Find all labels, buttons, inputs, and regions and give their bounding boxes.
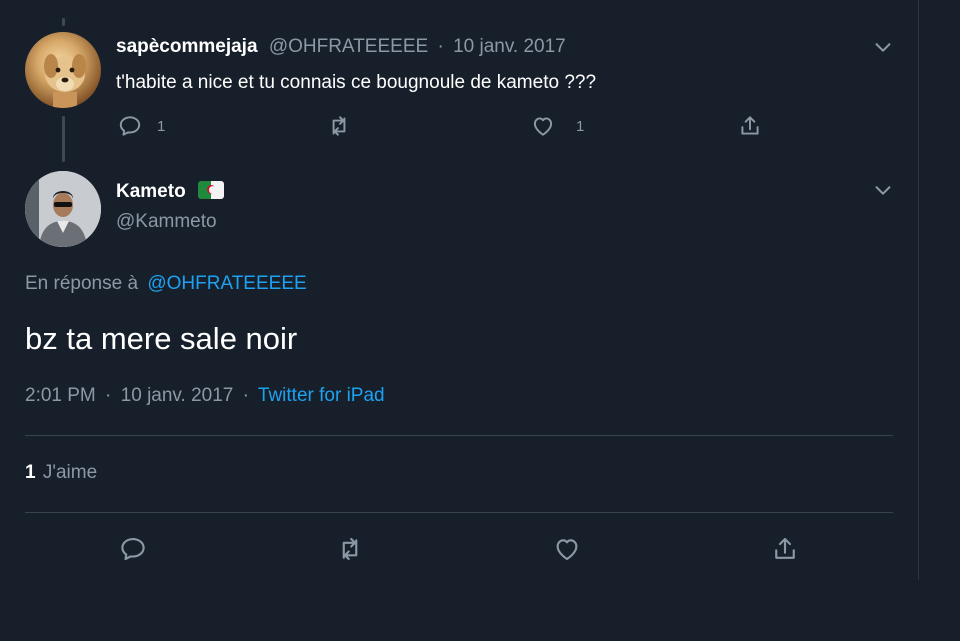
likes-summary[interactable]: 1 J'aime: [25, 462, 97, 484]
tweet-time[interactable]: 2:01 PM: [25, 385, 96, 406]
reply-icon: [119, 116, 141, 136]
share-icon: [775, 537, 795, 559]
retweet-icon: [332, 116, 346, 136]
share-icon: [741, 116, 759, 135]
timeline-column: sapècommejaja @OHFRATEEEEE · 10 janv. 20…: [0, 0, 919, 580]
dog-avatar-image: [44, 54, 86, 108]
tweet-date[interactable]: 10 janv. 2017: [121, 385, 234, 406]
reply-tweet-text: t'habite a nice et tu connais ce bougnou…: [116, 72, 597, 93]
reply-count: 1: [157, 117, 166, 135]
reply-icon: [121, 537, 145, 561]
main-share-action[interactable]: [770, 534, 800, 564]
in-reply-to-label: En réponse à: [25, 273, 139, 294]
main-retweet-action[interactable]: [335, 534, 365, 564]
chevron-down-icon[interactable]: [872, 179, 894, 201]
like-icon: [533, 117, 553, 136]
share-action[interactable]: [737, 113, 763, 139]
reply-separator: ·: [437, 36, 444, 57]
in-reply-to-handle[interactable]: @OHFRATEEEEE: [147, 273, 306, 294]
user-avatar-kameto[interactable]: [25, 171, 101, 247]
thread-line-connector: [62, 116, 65, 162]
main-reply-action[interactable]: [118, 534, 148, 564]
person-avatar-image: [25, 171, 101, 247]
main-like-action[interactable]: [552, 534, 582, 564]
tweet-source[interactable]: Twitter for iPad: [258, 385, 385, 406]
divider-top: [25, 435, 893, 436]
meta-separator-1: ·: [105, 385, 112, 406]
reply-date[interactable]: 10 janv. 2017: [453, 36, 566, 57]
divider-bottom: [25, 512, 893, 513]
main-handle[interactable]: @Kammeto: [116, 211, 217, 233]
algeria-flag-icon: [198, 181, 225, 199]
likes-count: 1: [25, 462, 36, 483]
main-display-name[interactable]: Kameto: [116, 181, 186, 202]
like-action[interactable]: 1: [530, 113, 584, 139]
retweet-icon: [342, 537, 358, 561]
likes-label: J'aime: [42, 462, 98, 483]
like-icon: [556, 539, 578, 561]
thread-line-top: [62, 18, 65, 26]
user-avatar-sapecommejaja[interactable]: [25, 32, 101, 108]
like-count: 1: [576, 117, 585, 135]
meta-separator-2: ·: [242, 385, 249, 406]
retweet-action[interactable]: [326, 113, 352, 139]
chevron-down-icon[interactable]: [872, 36, 894, 58]
reply-handle[interactable]: @OHFRATEEEEE: [269, 36, 428, 57]
main-tweet-text: bz ta mere sale noir: [25, 321, 298, 356]
reply-display-name[interactable]: sapècommejaja: [116, 36, 258, 57]
reply-action[interactable]: 1: [117, 113, 165, 139]
